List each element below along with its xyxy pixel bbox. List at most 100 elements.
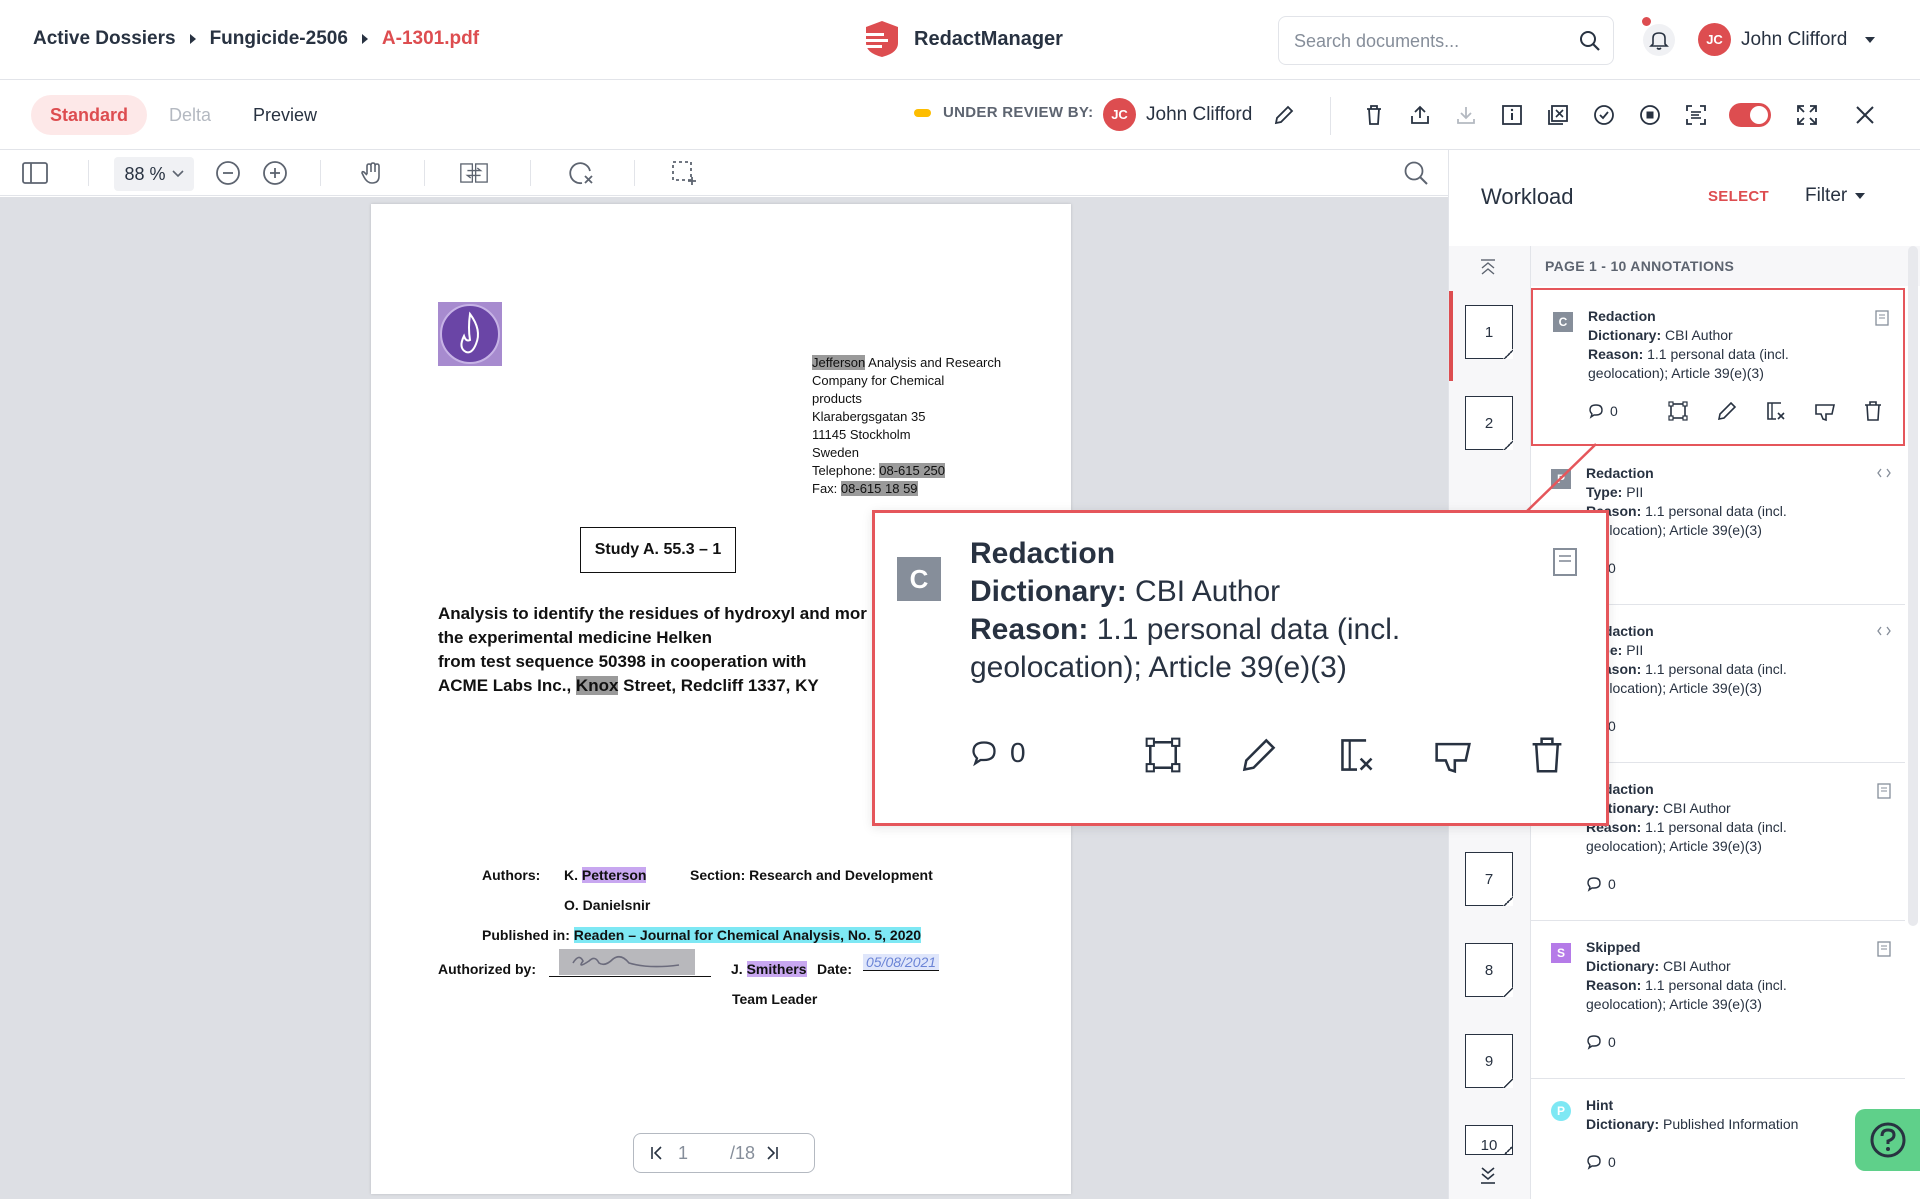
annotation-key: Reason: xyxy=(1588,346,1644,362)
trash-icon xyxy=(1532,737,1562,773)
title-line: ACME Labs Inc., Knox Street, Redcliff 13… xyxy=(438,674,867,698)
close-icon xyxy=(1856,106,1874,124)
date-value[interactable]: 05/08/2021 xyxy=(863,954,940,971)
exclude-pages-button[interactable] xyxy=(1544,101,1572,129)
comments-count[interactable]: 0 xyxy=(1586,1034,1616,1050)
record-button[interactable] xyxy=(1636,101,1664,129)
info-button[interactable] xyxy=(1498,101,1526,129)
page-thumb-2[interactable]: 2 xyxy=(1465,396,1513,450)
remove-annotation-button[interactable] xyxy=(1765,400,1787,422)
check-circle-icon xyxy=(1594,105,1614,125)
page-total: /18 xyxy=(730,1142,756,1163)
scroll-up-button[interactable] xyxy=(1478,258,1498,276)
tab-delta[interactable]: Delta xyxy=(150,95,230,135)
tab-standard[interactable]: Standard xyxy=(31,95,148,135)
highlighted-signer[interactable]: Smithers xyxy=(746,961,807,977)
edit-annotation-button[interactable] xyxy=(1239,735,1279,775)
info-icon xyxy=(1502,105,1522,125)
resize-button[interactable] xyxy=(1667,400,1689,422)
dictionary-icon xyxy=(1877,941,1891,957)
comments-count[interactable]: 0 xyxy=(970,737,1026,769)
search-icon[interactable] xyxy=(1579,30,1601,52)
annotation-text: Redaction Dictionary: CBI Author Reason: 1… xyxy=(1586,780,1866,856)
tab-preview[interactable]: Preview xyxy=(234,95,336,135)
annotation-key: Dictionary: xyxy=(970,575,1127,608)
select-button[interactable]: SELECT xyxy=(1708,188,1769,205)
page-thumb-7[interactable]: 7 xyxy=(1465,852,1513,906)
redacted-street[interactable]: Knox xyxy=(575,676,619,695)
ocr-button[interactable] xyxy=(1682,101,1710,129)
comments-count[interactable]: 0 xyxy=(1586,1154,1616,1170)
zoom-in-button[interactable] xyxy=(261,159,289,187)
download-button[interactable] xyxy=(1452,101,1480,129)
page-thumb-1[interactable]: 1 xyxy=(1465,305,1513,359)
delete-annotation-button[interactable] xyxy=(1863,400,1883,422)
filter-button[interactable]: Filter xyxy=(1805,185,1866,207)
reject-button[interactable] xyxy=(1433,735,1473,775)
breadcrumb-active-dossiers[interactable]: Active Dossiers xyxy=(33,28,176,50)
expand-icon xyxy=(1797,105,1817,125)
workload-title: Workload xyxy=(1481,184,1574,209)
close-button[interactable] xyxy=(1851,101,1879,129)
comments-count[interactable]: 0 xyxy=(1588,403,1618,419)
page-number-input[interactable]: 1 xyxy=(678,1143,730,1164)
breadcrumb: Active Dossiers Fungicide-2506 A-1301.pd… xyxy=(33,28,479,50)
export-button[interactable] xyxy=(1406,101,1434,129)
approve-button[interactable] xyxy=(1590,101,1618,129)
annotation-text: RedactionType: PIIReason: 1.1 personal d… xyxy=(1586,622,1866,698)
breadcrumb-dossier[interactable]: Fungicide-2506 xyxy=(210,28,348,50)
annotation-value: CBI Author xyxy=(1659,800,1731,816)
scroll-down-button[interactable] xyxy=(1478,1165,1498,1185)
search-document-button[interactable] xyxy=(1402,159,1430,187)
breadcrumb-current-file[interactable]: A-1301.pdf xyxy=(382,28,479,50)
workload-scrollbar[interactable] xyxy=(1908,246,1918,926)
reject-button[interactable] xyxy=(1814,400,1836,422)
toggle-switch[interactable] xyxy=(1729,103,1771,127)
reviewer[interactable]: JC John Clifford xyxy=(1103,98,1252,131)
redacted-telephone[interactable]: 08-615 250 xyxy=(879,463,946,478)
redacted-fax[interactable]: 08-615 18 59 xyxy=(840,481,918,496)
delete-annotation-button[interactable] xyxy=(1529,735,1565,775)
last-page-button[interactable] xyxy=(765,1145,779,1161)
annotation-key: Reason: xyxy=(1586,977,1642,993)
team-leader: Team Leader xyxy=(732,991,818,1007)
brand-logo[interactable]: RedactManager xyxy=(862,19,1063,59)
zoom-select[interactable]: 88 % xyxy=(114,157,194,191)
page-thumb-10[interactable]: 10 xyxy=(1465,1125,1513,1155)
highlighted-author[interactable]: Petterson xyxy=(581,867,647,883)
toggle-sidebar-button[interactable] xyxy=(21,159,49,187)
zoom-out-button[interactable] xyxy=(214,159,242,187)
redacted-signature[interactable] xyxy=(559,949,695,975)
breadcrumb-separator-icon xyxy=(361,34,368,44)
annotation-card[interactable]: S Skipped Dictionary: CBI Author Reason: 1… xyxy=(1531,921,1905,1079)
company-logo xyxy=(438,302,502,366)
page-thumb-8[interactable]: 8 xyxy=(1465,943,1513,997)
pan-tool-button[interactable] xyxy=(358,159,386,187)
comments-count[interactable]: 0 xyxy=(1586,876,1616,892)
reset-annotations-button[interactable] xyxy=(568,159,596,187)
help-button[interactable] xyxy=(1855,1109,1920,1171)
comment-icon xyxy=(1587,1035,1601,1050)
rotate-x-icon xyxy=(569,162,593,185)
redacted-company-name[interactable]: Jefferson xyxy=(812,355,866,370)
user-menu[interactable]: JC John Clifford xyxy=(1698,23,1876,56)
section-label: Section: Research and Development xyxy=(690,867,933,883)
delete-button[interactable] xyxy=(1360,101,1388,129)
notifications-button[interactable] xyxy=(1642,17,1676,57)
page-thumb-9[interactable]: 9 xyxy=(1465,1034,1513,1088)
code-icon xyxy=(1877,467,1891,479)
annotation-card-selected[interactable]: C Redaction Dictionary: CBI Author Reason:… xyxy=(1531,288,1905,446)
first-page-button[interactable] xyxy=(650,1145,664,1161)
edit-reviewer-button[interactable] xyxy=(1270,101,1298,129)
annotation-text: Hint Dictionary: Published Information xyxy=(1586,1096,1866,1134)
remove-annotation-button[interactable] xyxy=(1337,735,1377,775)
compare-button[interactable] xyxy=(460,159,488,187)
pencil-icon xyxy=(1717,401,1737,421)
edit-annotation-button[interactable] xyxy=(1716,400,1738,422)
search-input[interactable]: Search documents... xyxy=(1278,16,1614,65)
annotation-card[interactable]: P Hint Dictionary: Published Information … xyxy=(1531,1079,1905,1199)
fullscreen-button[interactable] xyxy=(1793,101,1821,129)
area-select-button[interactable] xyxy=(670,159,698,187)
resize-button[interactable] xyxy=(1143,735,1183,775)
highlighted-publication[interactable]: Readen – Journal for Chemical Analysis, … xyxy=(573,927,922,943)
